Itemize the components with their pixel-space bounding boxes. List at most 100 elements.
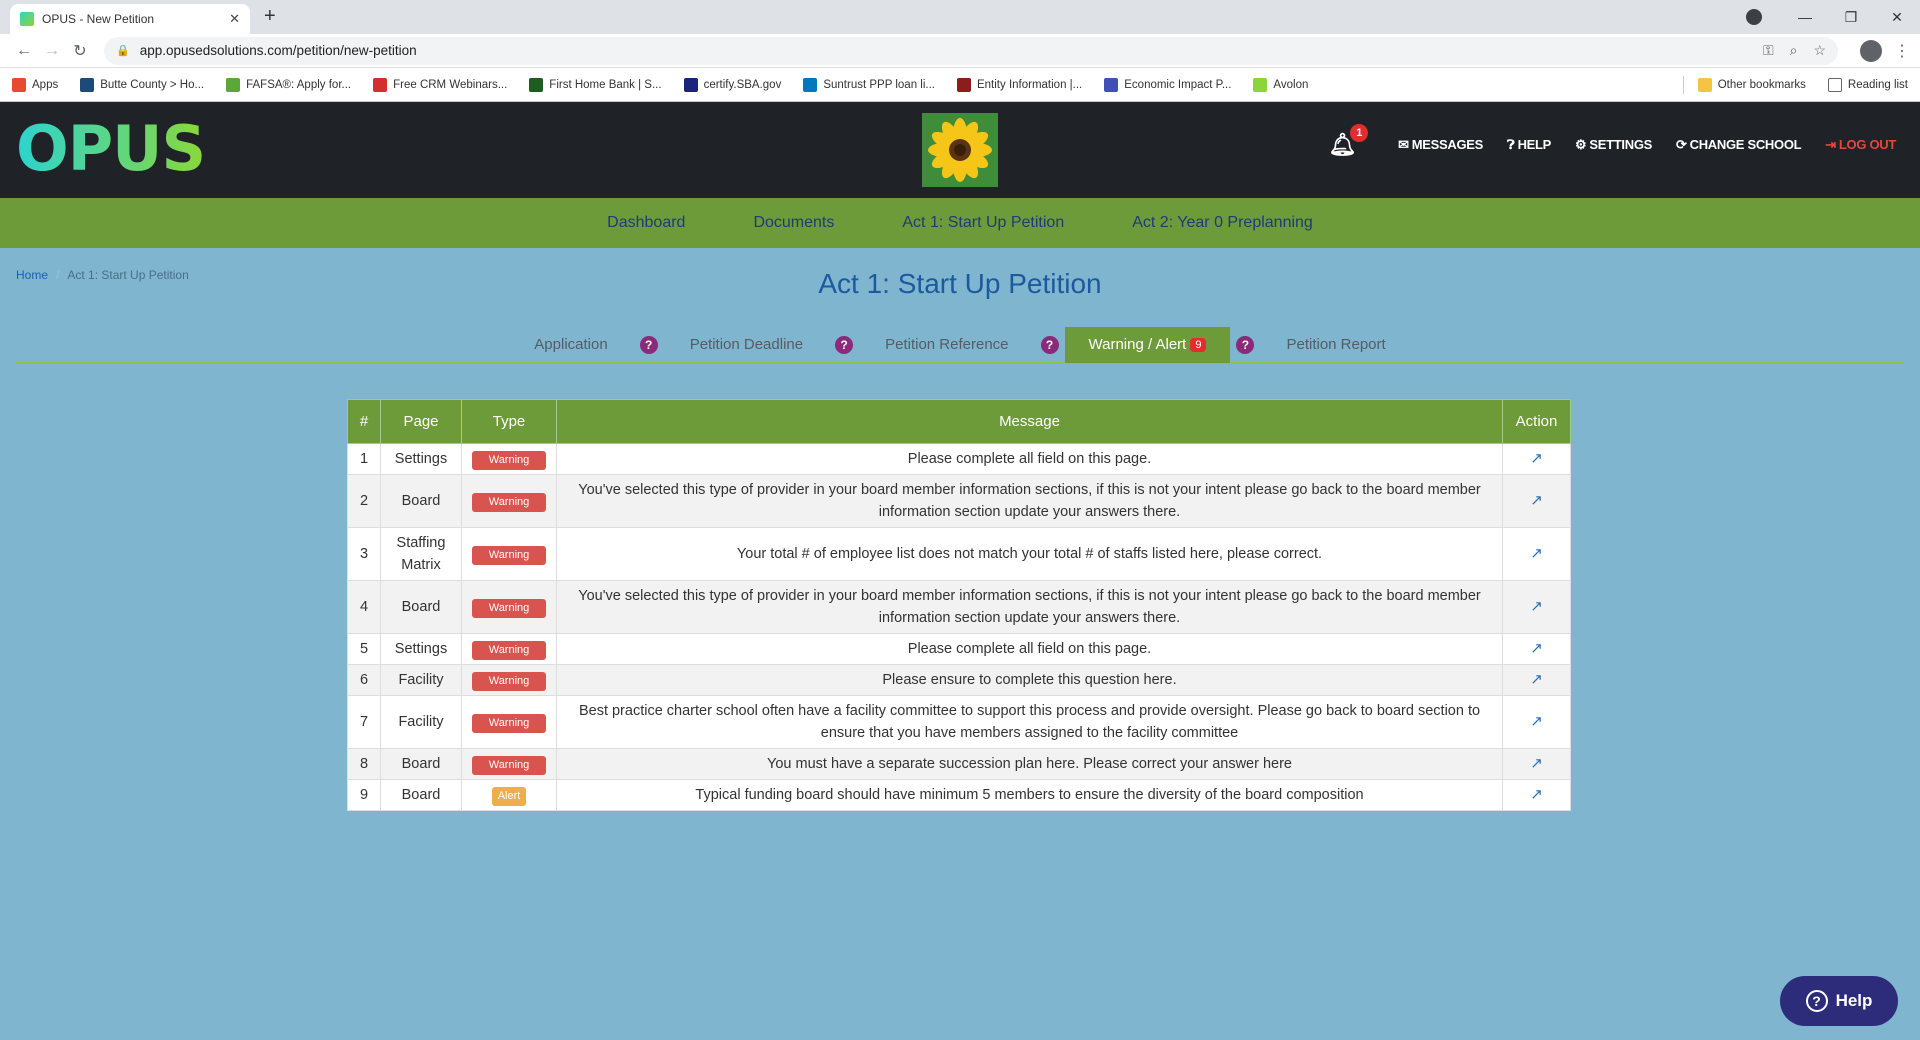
bookmark-favicon-icon [80, 77, 95, 92]
row-number: 2 [347, 474, 381, 528]
question-circle-icon: ❓︎ [1507, 137, 1515, 152]
key-icon[interactable]: ⚿ [1763, 42, 1774, 59]
row-page: Board [380, 580, 462, 634]
tab-application[interactable]: Application [508, 327, 633, 363]
row-action: ↗ [1502, 474, 1571, 528]
question-icon[interactable]: ? [835, 336, 854, 354]
bookmark-item[interactable]: Entity Information |... [956, 77, 1082, 92]
breadcrumb-home[interactable]: Home [16, 268, 48, 282]
bookmark-item[interactable]: Suntrust PPP loan li... [803, 77, 935, 92]
external-link-icon[interactable]: ↗ [1530, 671, 1543, 688]
help-floating-button[interactable]: ? Help [1780, 976, 1898, 1026]
logout-link[interactable]: ⇥ LOG OUT [1825, 137, 1896, 153]
external-link-icon[interactable]: ↗ [1530, 598, 1543, 615]
bookmark-item[interactable]: Avolon [1253, 77, 1308, 92]
url-input[interactable]: 🔒 app.opusedsolutions.com/petition/new-p… [104, 36, 1838, 65]
nav-act2[interactable]: Act 2: Year 0 Preplanning [1132, 214, 1313, 232]
row-action: ↗ [1502, 664, 1571, 696]
type-badge: Warning [472, 756, 546, 775]
bookmark-item[interactable]: First Home Bank | S... [529, 77, 662, 92]
breadcrumb-separator: / [56, 268, 60, 282]
bookmark-item[interactable]: FAFSA®: Apply for... [226, 77, 351, 92]
new-tab-button[interactable]: + [264, 5, 276, 28]
row-message: Best practice charter school often have … [556, 695, 1503, 749]
opus-logo[interactable]: OPUS [16, 116, 206, 182]
bookmarks-separator [1682, 76, 1684, 94]
browser-menu-icon[interactable]: ⋮ [1894, 41, 1910, 61]
page-title: Act 1: Start Up Petition [818, 268, 1102, 299]
petition-subtabs: Application ? Petition Deadline ? Petiti… [16, 327, 1904, 364]
notifications-bell-icon[interactable]: 🔔︎ 1 [1329, 124, 1369, 158]
row-type: Warning [461, 664, 557, 696]
tab-search-icon[interactable] [1746, 9, 1762, 25]
tab-close-icon[interactable]: ✕ [229, 11, 240, 27]
bookmark-favicon-icon [956, 77, 971, 92]
reload-icon[interactable]: ↻ [66, 41, 94, 61]
external-link-icon[interactable]: ↗ [1530, 713, 1543, 730]
bookmark-star-icon[interactable]: ☆ [1813, 42, 1826, 59]
type-badge: Warning [472, 599, 546, 618]
nav-dashboard[interactable]: Dashboard [607, 214, 685, 232]
bookmark-item[interactable]: Economic Impact P... [1104, 77, 1231, 92]
col-header-type: Type [461, 399, 557, 444]
settings-link[interactable]: ⚙ SETTINGS [1575, 137, 1652, 153]
tab-petition-reference[interactable]: Petition Reference [859, 327, 1034, 363]
profile-avatar-icon[interactable] [1860, 39, 1882, 62]
forward-icon[interactable]: → [38, 42, 66, 60]
change-school-link[interactable]: ⟳ CHANGE SCHOOL [1676, 137, 1802, 153]
nav-act1[interactable]: Act 1: Start Up Petition [902, 214, 1064, 232]
back-icon[interactable]: ← [10, 42, 38, 60]
question-icon[interactable]: ? [1040, 336, 1059, 354]
envelope-icon: ✉ [1398, 137, 1409, 152]
browser-tab[interactable]: OPUS - New Petition ✕ [10, 4, 250, 34]
address-bar: ← → ↻ 🔒 app.opusedsolutions.com/petition… [0, 34, 1920, 68]
browser-tabbar: OPUS - New Petition ✕ + — ❐ ✕ [0, 0, 1920, 34]
bookmark-label: Apps [32, 78, 59, 91]
external-link-icon[interactable]: ↗ [1530, 755, 1543, 772]
question-icon[interactable]: ? [639, 336, 658, 354]
other-bookmarks-label: Other bookmarks [1717, 79, 1806, 91]
breadcrumb-current: Act 1: Start Up Petition [67, 268, 189, 282]
sign-out-icon: ⇥ [1825, 137, 1836, 152]
table-row: 3 Staffing Matrix Warning Your total # of e… [347, 527, 1571, 581]
external-link-icon[interactable]: ↗ [1530, 640, 1543, 657]
bookmark-favicon-icon [12, 77, 26, 92]
row-type: Warning [461, 633, 557, 665]
tab-petition-deadline[interactable]: Petition Deadline [664, 327, 829, 363]
refresh-icon: ⟳ [1676, 137, 1687, 152]
other-bookmarks[interactable]: Other bookmarks [1697, 78, 1806, 92]
sunflower-icon [922, 113, 998, 187]
help-link[interactable]: ❓︎ HELP [1507, 137, 1551, 153]
bookmark-favicon-icon [1104, 77, 1119, 92]
row-number: 4 [347, 580, 381, 634]
school-logo [922, 113, 998, 187]
external-link-icon[interactable]: ↗ [1530, 492, 1543, 509]
row-message: You must have a separate succession plan… [556, 748, 1503, 780]
tab-petition-report[interactable]: Petition Report [1260, 327, 1411, 363]
external-link-icon[interactable]: ↗ [1530, 786, 1543, 803]
minimize-icon[interactable]: — [1782, 9, 1828, 25]
row-number: 5 [347, 633, 381, 665]
row-message: You've selected this type of provider in… [556, 474, 1503, 528]
question-icon[interactable]: ? [1236, 336, 1255, 354]
row-message: Please ensure to complete this question … [556, 664, 1503, 696]
row-number: 9 [347, 779, 381, 811]
external-link-icon[interactable]: ↗ [1530, 450, 1543, 467]
bookmark-item[interactable]: Apps [12, 77, 59, 92]
row-page: Settings [380, 443, 462, 475]
nav-documents[interactable]: Documents [753, 214, 834, 232]
table-row: 6 Facility Warning Please ensure to complet… [347, 664, 1571, 696]
reading-list[interactable]: Reading list [1827, 78, 1908, 92]
bookmark-item[interactable]: Free CRM Webinars... [373, 77, 507, 92]
close-window-icon[interactable]: ✕ [1874, 9, 1920, 26]
external-link-icon[interactable]: ↗ [1530, 545, 1543, 562]
zoom-icon[interactable]: ⌕ [1790, 42, 1798, 59]
table-row: 5 Settings Warning Please complete all fiel… [347, 633, 1571, 665]
messages-link[interactable]: ✉ MESSAGES [1398, 137, 1483, 153]
bookmark-item[interactable]: Butte County > Ho... [80, 77, 204, 92]
bookmark-item[interactable]: certify.SBA.gov [683, 77, 781, 92]
tab-warning-alert[interactable]: Warning / Alert 9 [1064, 327, 1231, 363]
restore-icon[interactable]: ❐ [1828, 9, 1874, 26]
row-type: Warning [461, 474, 557, 528]
row-action: ↗ [1502, 443, 1571, 475]
